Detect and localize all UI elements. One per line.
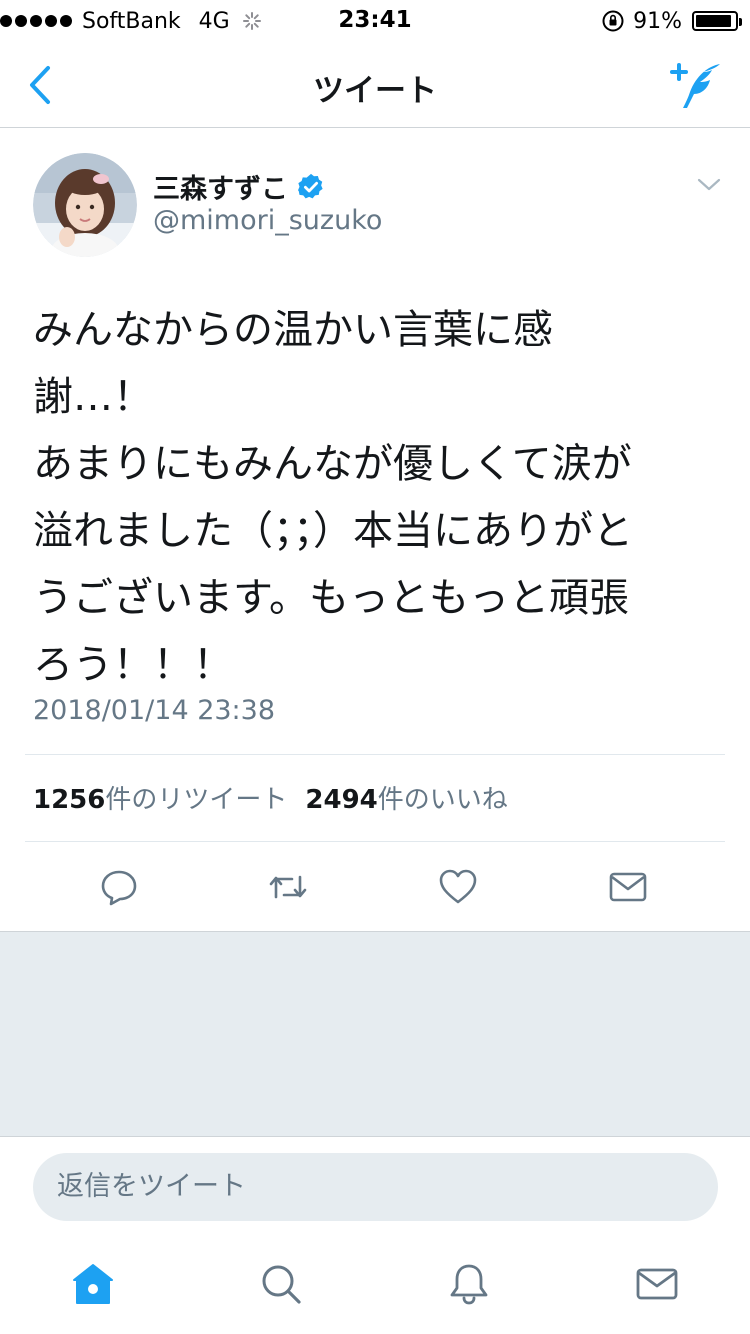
- page-title: ツイート: [313, 73, 437, 109]
- like-stat[interactable]: 2494件のいいね: [305, 779, 507, 816]
- reply-bar: 返信をツイート: [0, 1136, 750, 1236]
- user-handle[interactable]: @mimori_suzuko: [153, 205, 382, 236]
- orientation-lock-icon: [602, 10, 624, 32]
- retweet-stat[interactable]: 1256件のリツイート: [33, 779, 287, 816]
- tweet-timestamp: 2018/01/14 23:38: [33, 695, 276, 726]
- retweet-count: 1256: [33, 785, 106, 815]
- battery-percent: 91%: [633, 8, 682, 34]
- home-icon[interactable]: [71, 1262, 115, 1306]
- verified-badge-icon: [298, 173, 323, 198]
- divider: [25, 754, 725, 755]
- retweet-label: 件のリツイート: [105, 785, 288, 815]
- display-name-row[interactable]: 三森すずこ: [153, 167, 326, 206]
- battery-icon: [692, 11, 742, 31]
- reply-icon[interactable]: [99, 867, 139, 907]
- direct-message-icon[interactable]: [608, 867, 648, 907]
- retweet-icon[interactable]: [268, 867, 308, 907]
- chevron-down-icon[interactable]: [696, 175, 722, 193]
- search-icon[interactable]: [259, 1262, 303, 1306]
- avatar[interactable]: [33, 153, 137, 257]
- tweet-text: みんなからの温かい言葉に感 謝…！ あまりにもみんなが優しくて涙が 溢れました（…: [33, 307, 633, 688]
- tweet-stats: 1256件のリツイート 2494件のいいね: [33, 779, 508, 816]
- messages-envelope-icon[interactable]: [635, 1262, 679, 1306]
- status-bar: SoftBank 4G 23:41 91%: [0, 0, 750, 42]
- navigation-bar: ツイート: [0, 42, 750, 128]
- like-label: 件のいいね: [377, 785, 508, 815]
- display-name: 三森すずこ: [153, 174, 288, 205]
- status-right: 91%: [601, 7, 742, 35]
- profile-photo: [33, 153, 137, 257]
- empty-replies-area: [0, 931, 750, 1136]
- compose-tweet-icon[interactable]: [668, 58, 724, 110]
- tweet-actions: [0, 841, 750, 929]
- battery-level-fill: [696, 15, 731, 27]
- like-heart-icon[interactable]: [438, 867, 478, 907]
- reply-input[interactable]: 返信をツイート: [33, 1153, 718, 1221]
- like-count: 2494: [305, 785, 378, 815]
- notifications-bell-icon[interactable]: [447, 1262, 491, 1306]
- tab-bar: [0, 1236, 750, 1334]
- tweet-detail-screen: SoftBank 4G 23:41 91% ツイート 三森すずこ @mimori…: [0, 0, 750, 1334]
